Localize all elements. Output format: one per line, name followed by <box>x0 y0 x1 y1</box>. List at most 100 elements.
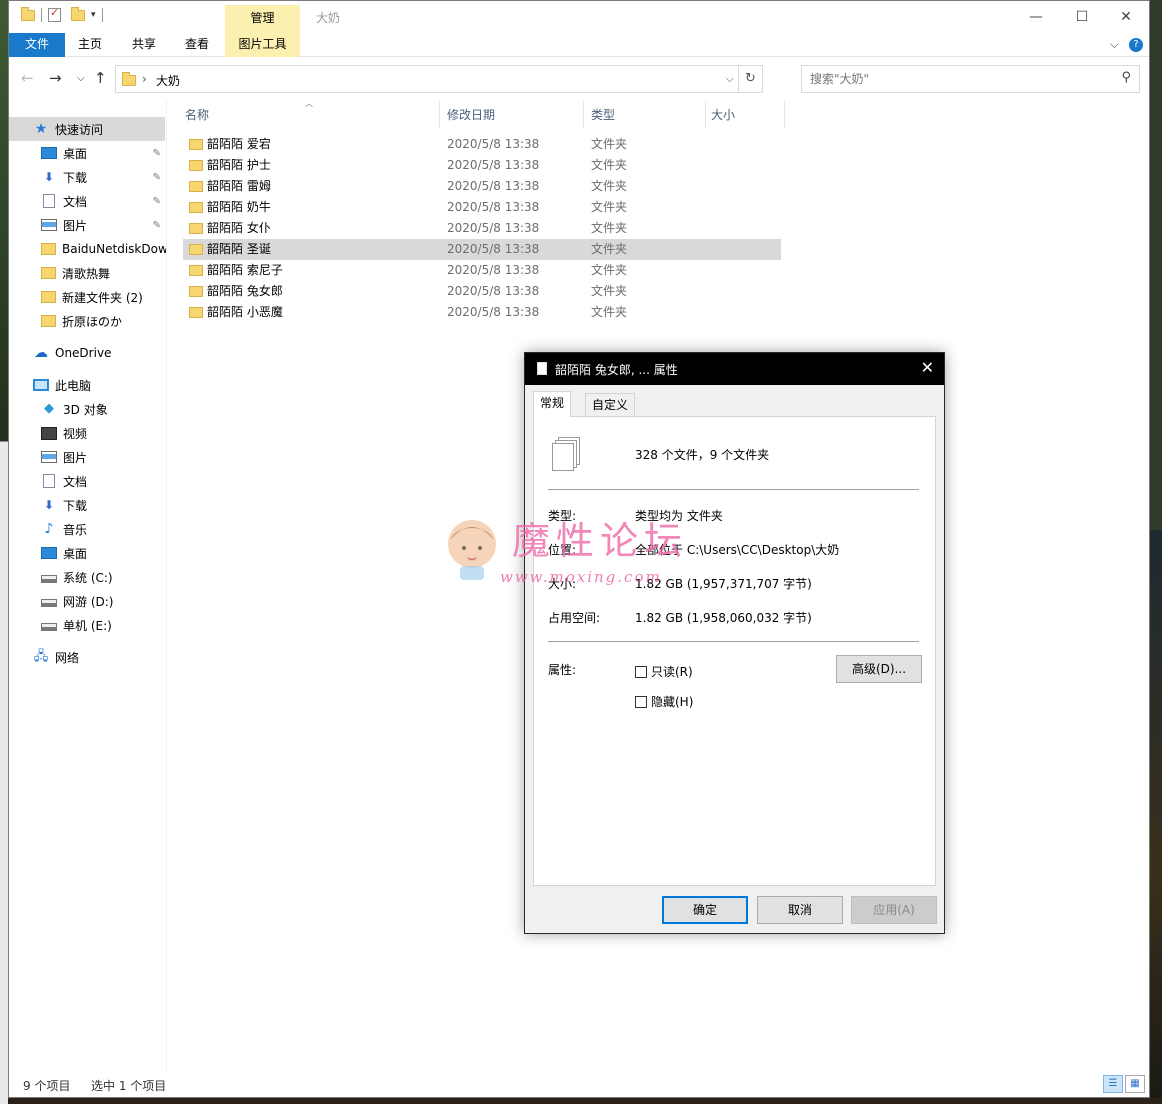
sidebar-item-folder-orihara[interactable]: 折原ほのか <box>9 309 165 333</box>
network-icon: 🖧 <box>33 649 49 664</box>
sidebar-item-label: 清歌热舞 <box>62 266 111 281</box>
sidebar-item-drive-c[interactable]: 系统 (C:) <box>9 565 165 589</box>
advanced-button[interactable]: 高级(D)... <box>836 655 922 683</box>
desktop-background-left <box>0 0 8 1104</box>
sidebar-item-quick-access[interactable]: ★ 快速访问 <box>9 117 165 141</box>
new-folder-icon[interactable] <box>71 6 85 21</box>
file-row[interactable]: 韶陌陌 索尼子 2020/5/8 13:38 文件夹 <box>183 260 781 281</box>
column-header-date[interactable]: 修改日期 <box>447 101 495 129</box>
sidebar-item-3d-objects[interactable]: ◆ 3D 对象 <box>9 397 165 421</box>
hidden-checkbox[interactable]: 隐藏(H) <box>635 693 693 710</box>
file-date: 2020/5/8 13:38 <box>447 200 540 214</box>
sidebar-item-this-pc[interactable]: 此电脑 <box>9 373 165 397</box>
ribbon-tabs: 文件 主页 共享 查看 图片工具 ⌵ ? <box>9 33 1149 57</box>
tab-file[interactable]: 文件 <box>9 33 65 57</box>
ok-button[interactable]: 确定 <box>662 896 748 924</box>
sidebar-item-music[interactable]: ♪ 音乐 <box>9 517 165 541</box>
sidebar-item-label: 下载 <box>63 170 88 185</box>
sidebar-item-label: 快速访问 <box>55 122 104 137</box>
cancel-button[interactable]: 取消 <box>757 896 843 924</box>
sidebar-item-downloads-pc[interactable]: ⬇ 下载 <box>9 493 165 517</box>
maximize-button[interactable]: ☐ <box>1059 3 1105 31</box>
sidebar-item-pictures[interactable]: 图片 ✎ <box>9 213 165 237</box>
sidebar-item-desktop[interactable]: 桌面 ✎ <box>9 141 165 165</box>
readonly-checkbox[interactable]: 只读(R) <box>635 663 693 680</box>
breadcrumb-separator[interactable]: › <box>142 72 147 86</box>
file-row[interactable]: 韶陌陌 爱宕 2020/5/8 13:38 文件夹 <box>183 134 781 155</box>
ribbon-expand-icon[interactable]: ⌵ <box>1110 37 1119 52</box>
tab-picture-tools[interactable]: 图片工具 <box>225 33 300 57</box>
manage-tab[interactable]: 管理 <box>225 5 300 33</box>
large-icons-view-icon[interactable]: ▦ <box>1125 1075 1145 1093</box>
details-view-icon[interactable]: ☰ <box>1103 1075 1123 1093</box>
desktop-background-right <box>1150 530 1162 1104</box>
file-name: 韶陌陌 兔女郎 <box>207 284 283 298</box>
tab-view[interactable]: 查看 <box>172 33 222 57</box>
file-row[interactable]: 韶陌陌 护士 2020/5/8 13:38 文件夹 <box>183 155 781 176</box>
sidebar-item-downloads[interactable]: ⬇ 下载 ✎ <box>9 165 165 189</box>
properties-icon[interactable] <box>48 6 61 22</box>
apply-button: 应用(A) <box>851 896 937 924</box>
column-divider[interactable] <box>439 101 440 129</box>
file-name: 韶陌陌 奶牛 <box>207 200 271 214</box>
hidden-label: 隐藏(H) <box>651 695 694 709</box>
refresh-button[interactable]: ↻ <box>738 66 762 92</box>
sidebar-item-onedrive[interactable]: ☁ OneDrive <box>9 341 165 365</box>
sidebar-item-new-folder-2[interactable]: 新建文件夹 (2) <box>9 285 165 309</box>
checkbox-box[interactable] <box>635 695 647 708</box>
address-bar[interactable]: › 大奶 ⌵ ↻ <box>115 65 763 93</box>
search-box[interactable]: ⚲ <box>801 65 1140 93</box>
tab-share[interactable]: 共享 <box>119 33 169 57</box>
column-divider[interactable] <box>784 101 785 129</box>
folder-icon <box>189 286 203 297</box>
column-header-size[interactable]: 大小 <box>711 101 735 129</box>
file-row[interactable]: 韶陌陌 雷姆 2020/5/8 13:38 文件夹 <box>183 176 781 197</box>
dialog-close-button[interactable]: ✕ <box>921 358 934 377</box>
column-header-type[interactable]: 类型 <box>591 101 615 129</box>
folder-icon <box>189 181 203 192</box>
pin-icon: ✎ <box>152 219 161 231</box>
column-header-name[interactable]: 名称 <box>185 101 209 129</box>
folder-icon <box>41 267 56 279</box>
checkbox-box[interactable] <box>635 665 647 678</box>
tab-custom[interactable]: 自定义 <box>585 393 636 417</box>
file-row[interactable]: 韶陌陌 小恶魔 2020/5/8 13:38 文件夹 <box>183 302 781 323</box>
sidebar-item-label: 单机 (E:) <box>63 618 112 633</box>
sidebar-item-network[interactable]: 🖧 网络 <box>9 645 165 669</box>
pictures-icon <box>41 451 57 463</box>
sidebar-item-label: 新建文件夹 (2) <box>62 290 143 305</box>
folder-icon <box>189 265 203 276</box>
recent-locations-button[interactable]: ⌵ <box>77 73 85 84</box>
sort-ascending-icon: ︿ <box>305 99 313 108</box>
file-row-selected[interactable]: 韶陌陌 圣诞 2020/5/8 13:38 文件夹 <box>183 239 781 260</box>
sidebar-item-documents-pc[interactable]: 文档 <box>9 469 165 493</box>
view-toggle: ☰ ▦ <box>1103 1075 1145 1093</box>
sidebar-item-drive-e[interactable]: 单机 (E:) <box>9 613 165 637</box>
column-divider[interactable] <box>583 101 584 129</box>
help-icon[interactable]: ? <box>1129 37 1143 52</box>
file-row[interactable]: 韶陌陌 奶牛 2020/5/8 13:38 文件夹 <box>183 197 781 218</box>
customize-toolbar-icon[interactable]: ▾ <box>91 10 96 20</box>
file-row[interactable]: 韶陌陌 女仆 2020/5/8 13:38 文件夹 <box>183 218 781 239</box>
tab-general[interactable]: 常规 <box>533 391 572 417</box>
back-button[interactable]: ← <box>21 69 34 87</box>
up-button[interactable]: ↑ <box>94 69 107 87</box>
search-icon[interactable]: ⚲ <box>1121 70 1131 85</box>
tab-home[interactable]: 主页 <box>65 33 115 57</box>
sidebar-item-desktop-pc[interactable]: 桌面 <box>9 541 165 565</box>
close-button[interactable]: ✕ <box>1103 3 1149 31</box>
sidebar-item-baidunetdisk[interactable]: BaiduNetdiskDow <box>9 237 166 261</box>
sidebar-item-documents[interactable]: 文档 ✎ <box>9 189 165 213</box>
address-dropdown-icon[interactable]: ⌵ <box>726 72 734 86</box>
column-divider[interactable] <box>705 101 706 129</box>
sidebar-item-folder-qingge[interactable]: 清歌热舞 <box>9 261 165 285</box>
sidebar-item-videos[interactable]: 视频 <box>9 421 165 445</box>
forward-button[interactable]: → <box>49 69 62 87</box>
sidebar-item-pictures-pc[interactable]: 图片 <box>9 445 165 469</box>
pictures-icon <box>41 219 57 231</box>
minimize-button[interactable]: — <box>1013 3 1059 31</box>
breadcrumb[interactable]: 大奶 <box>156 72 180 89</box>
file-row[interactable]: 韶陌陌 兔女郎 2020/5/8 13:38 文件夹 <box>183 281 781 302</box>
search-input[interactable] <box>810 72 1100 86</box>
sidebar-item-drive-d[interactable]: 网游 (D:) <box>9 589 165 613</box>
